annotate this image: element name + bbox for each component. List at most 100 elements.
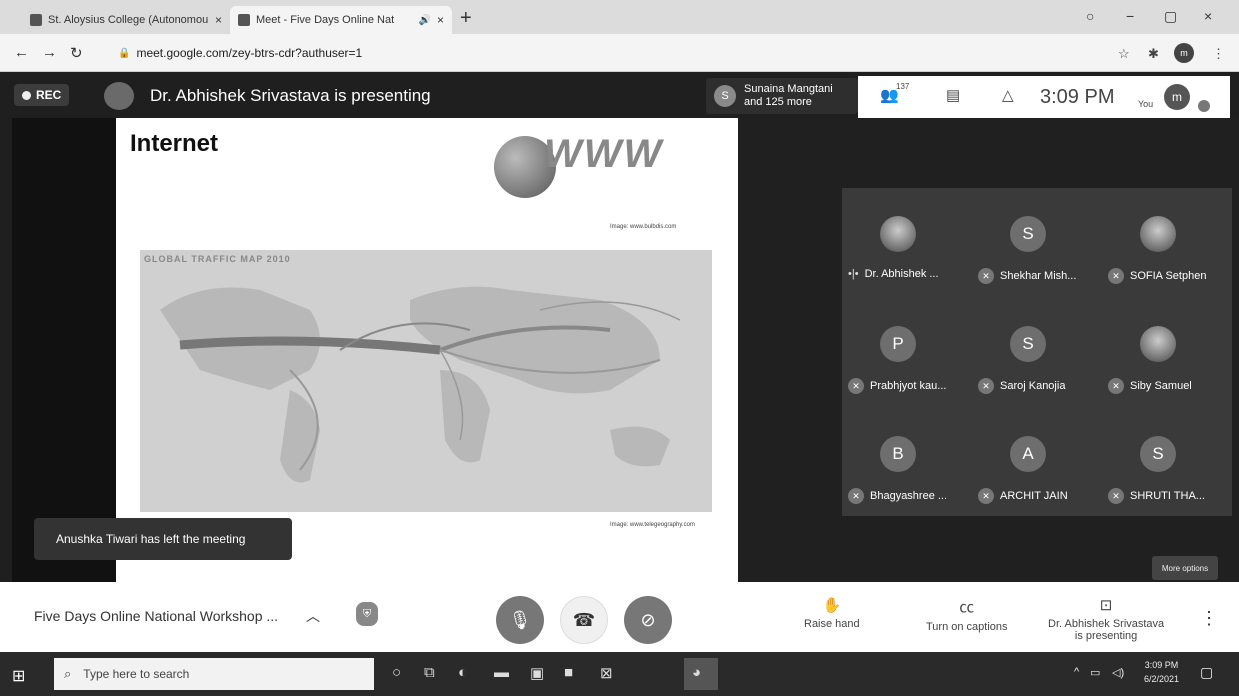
mic-muted-icon: ✕ <box>1108 488 1124 504</box>
chrome-icon[interactable]: ◕ <box>692 664 701 681</box>
raise-hand-label: Raise hand <box>804 618 860 630</box>
participant-tile[interactable]: B ✕ Bhagyashree ... <box>842 408 972 514</box>
photos-icon[interactable]: ⊠ <box>600 664 613 682</box>
chrome-status-icon[interactable]: ○ <box>1086 8 1094 24</box>
present-screen-icon: ⊡ <box>1099 597 1113 614</box>
mic-muted-icon: ✕ <box>1108 268 1124 284</box>
more-options-button[interactable]: More options <box>1152 556 1218 580</box>
url-input[interactable]: 🔒 meet.google.com/zey-btrs-cdr?authuser=… <box>112 40 1112 66</box>
activities-icon[interactable]: △ <box>1002 86 1014 104</box>
participant-name: SOFIA Setphen <box>1130 270 1207 282</box>
meeting-clock: 3:09 PM <box>1040 86 1115 108</box>
participant-tile[interactable]: •|• Dr. Abhishek ... <box>842 188 972 294</box>
hand-icon: ✋ <box>822 597 842 614</box>
search-icon: ⌕ <box>64 666 72 681</box>
back-arrow-icon[interactable]: ← <box>14 44 29 61</box>
maximize-button[interactable]: ▢ <box>1164 8 1177 25</box>
participant-count: 137 <box>896 82 910 91</box>
participant-tile[interactable]: S ✕ SHRUTI THA... <box>1102 408 1232 514</box>
meet-stage: REC Dr. Abhishek Srivastava is presentin… <box>0 72 1239 652</box>
raise-hand-button[interactable]: ✋ Raise hand <box>804 596 860 630</box>
browser-tab-college[interactable]: St. Aloysius College (Autonomou × <box>22 6 230 34</box>
taskbar-date: 6/2/2021 <box>1144 674 1180 684</box>
map-caption: Image: www.telegeography.com <box>610 522 695 528</box>
profile-avatar[interactable]: m <box>1174 43 1194 63</box>
participant-photo <box>880 216 916 252</box>
participant-avatar: P <box>880 326 916 362</box>
browser-tab-strip: St. Aloysius College (Autonomou × Meet -… <box>0 0 1239 34</box>
meeting-details-title[interactable]: Five Days Online National Workshop ... <box>34 608 278 624</box>
presenter-avatar <box>104 82 134 110</box>
meet-favicon-icon <box>238 14 250 26</box>
forward-arrow-icon[interactable]: → <box>42 44 57 61</box>
chat-icon[interactable]: ▤ <box>946 86 960 104</box>
file-explorer-icon[interactable]: ▬ <box>494 664 509 681</box>
participant-name: Shekhar Mish... <box>1000 270 1077 282</box>
leave-call-button[interactable]: ☎ <box>560 596 608 644</box>
joiner-notification[interactable]: S Sunaina Mangtani and 125 more <box>706 78 858 114</box>
network-icon[interactable]: ▭ <box>1090 666 1100 679</box>
close-tab-icon[interactable]: × <box>215 13 222 27</box>
participant-avatar: S <box>1010 326 1046 362</box>
participant-tile[interactable]: A ✕ ARCHIT JAIN <box>972 408 1102 514</box>
store-icon[interactable]: ▣ <box>530 664 544 682</box>
taskbar-search-input[interactable]: ⌕ Type here to search <box>54 658 374 690</box>
close-tab-icon[interactable]: × <box>437 13 444 27</box>
minimize-button[interactable]: − <box>1126 8 1134 24</box>
participant-tile[interactable]: ✕ SOFIA Setphen <box>1102 188 1232 294</box>
reload-icon[interactable]: ↻ <box>70 44 83 62</box>
new-tab-button[interactable]: + <box>460 7 472 30</box>
joiner-more: and 125 more <box>744 96 812 108</box>
left-meeting-toast: Anushka Tiwari has left the meeting <box>34 518 292 560</box>
audio-playing-icon[interactable]: 🔊 <box>419 15 431 26</box>
college-favicon-icon <box>30 14 42 26</box>
star-bookmark-icon[interactable]: ☆ <box>1118 46 1130 62</box>
image-caption: Image: www.bulbdis.com <box>610 224 677 230</box>
extensions-puzzle-icon[interactable]: ✱ <box>1148 46 1159 62</box>
volume-icon[interactable]: ◁) <box>1112 666 1124 679</box>
tab-title: St. Aloysius College (Autonomou <box>48 14 209 26</box>
joiner-name: Sunaina Mangtani <box>744 83 833 95</box>
host-controls-shield-icon[interactable]: ⛨ <box>356 602 378 626</box>
captions-button[interactable]: ㏄ Turn on captions <box>926 596 1008 633</box>
self-avatar[interactable]: m <box>1164 84 1190 110</box>
presenting-status-line1: Dr. Abhishek Srivastava <box>1048 618 1165 630</box>
task-view-icon[interactable]: ⧉ <box>424 664 435 681</box>
taskbar-clock[interactable]: 3:09 PM 6/2/2021 <box>1144 658 1179 686</box>
mic-muted-icon: ✕ <box>978 378 994 394</box>
tray-chevron-icon[interactable]: ^ <box>1074 666 1079 678</box>
mic-muted-icon: ✕ <box>978 488 994 504</box>
participant-name: ARCHIT JAIN <box>1000 490 1068 502</box>
close-window-button[interactable]: × <box>1204 8 1212 24</box>
participant-tile[interactable]: ✕ Siby Samuel <box>1102 298 1232 404</box>
mic-muted-icon: ✕ <box>1108 378 1124 394</box>
windows-start-icon[interactable]: ⊞ <box>12 666 25 686</box>
chevron-up-icon[interactable]: ︿ <box>306 606 320 626</box>
speaking-indicator-icon: •|• <box>848 268 859 280</box>
presentation-left-margin <box>12 118 116 582</box>
camera-app-icon[interactable]: ■ <box>564 664 573 681</box>
browser-menu-icon[interactable]: ⋮ <box>1212 46 1225 62</box>
participant-tile[interactable]: S ✕ Saroj Kanojia <box>972 298 1102 404</box>
more-options-kebab-icon[interactable]: ⋮ <box>1200 608 1218 629</box>
search-placeholder: Type here to search <box>83 667 190 681</box>
participant-avatar: S <box>1140 436 1176 472</box>
notification-center-icon[interactable]: ▢ <box>1200 664 1213 681</box>
taskbar-time: 3:09 PM <box>1144 660 1179 670</box>
cortana-icon[interactable]: ○ <box>392 664 401 681</box>
world-map-graphic <box>160 286 681 483</box>
meet-top-controls: 👥 137 ▤ △ 3:09 PM You m <box>858 76 1230 118</box>
edge-icon[interactable]: ◐ <box>458 664 467 681</box>
participant-avatar: S <box>1010 216 1046 252</box>
global-traffic-map: GLOBAL TRAFFIC MAP 2010 <box>140 250 712 512</box>
www-logo: WWW <box>544 132 664 176</box>
camera-off-button[interactable]: ⊘ <box>624 596 672 644</box>
participant-tile[interactable]: P ✕ Prabhjyot kau... <box>842 298 972 404</box>
participant-name: Bhagyashree ... <box>870 490 948 502</box>
mic-off-button[interactable]: 🎙 <box>496 596 544 644</box>
browser-tab-meet[interactable]: Meet - Five Days Online Nat 🔊 × <box>230 6 452 34</box>
participant-name: Siby Samuel <box>1130 380 1192 392</box>
presenting-banner: Dr. Abhishek Srivastava is presenting <box>150 86 431 105</box>
presenting-status-button[interactable]: ⊡ Dr. Abhishek Srivastava is presenting <box>1048 596 1164 642</box>
participant-tile[interactable]: S ✕ Shekhar Mish... <box>972 188 1102 294</box>
